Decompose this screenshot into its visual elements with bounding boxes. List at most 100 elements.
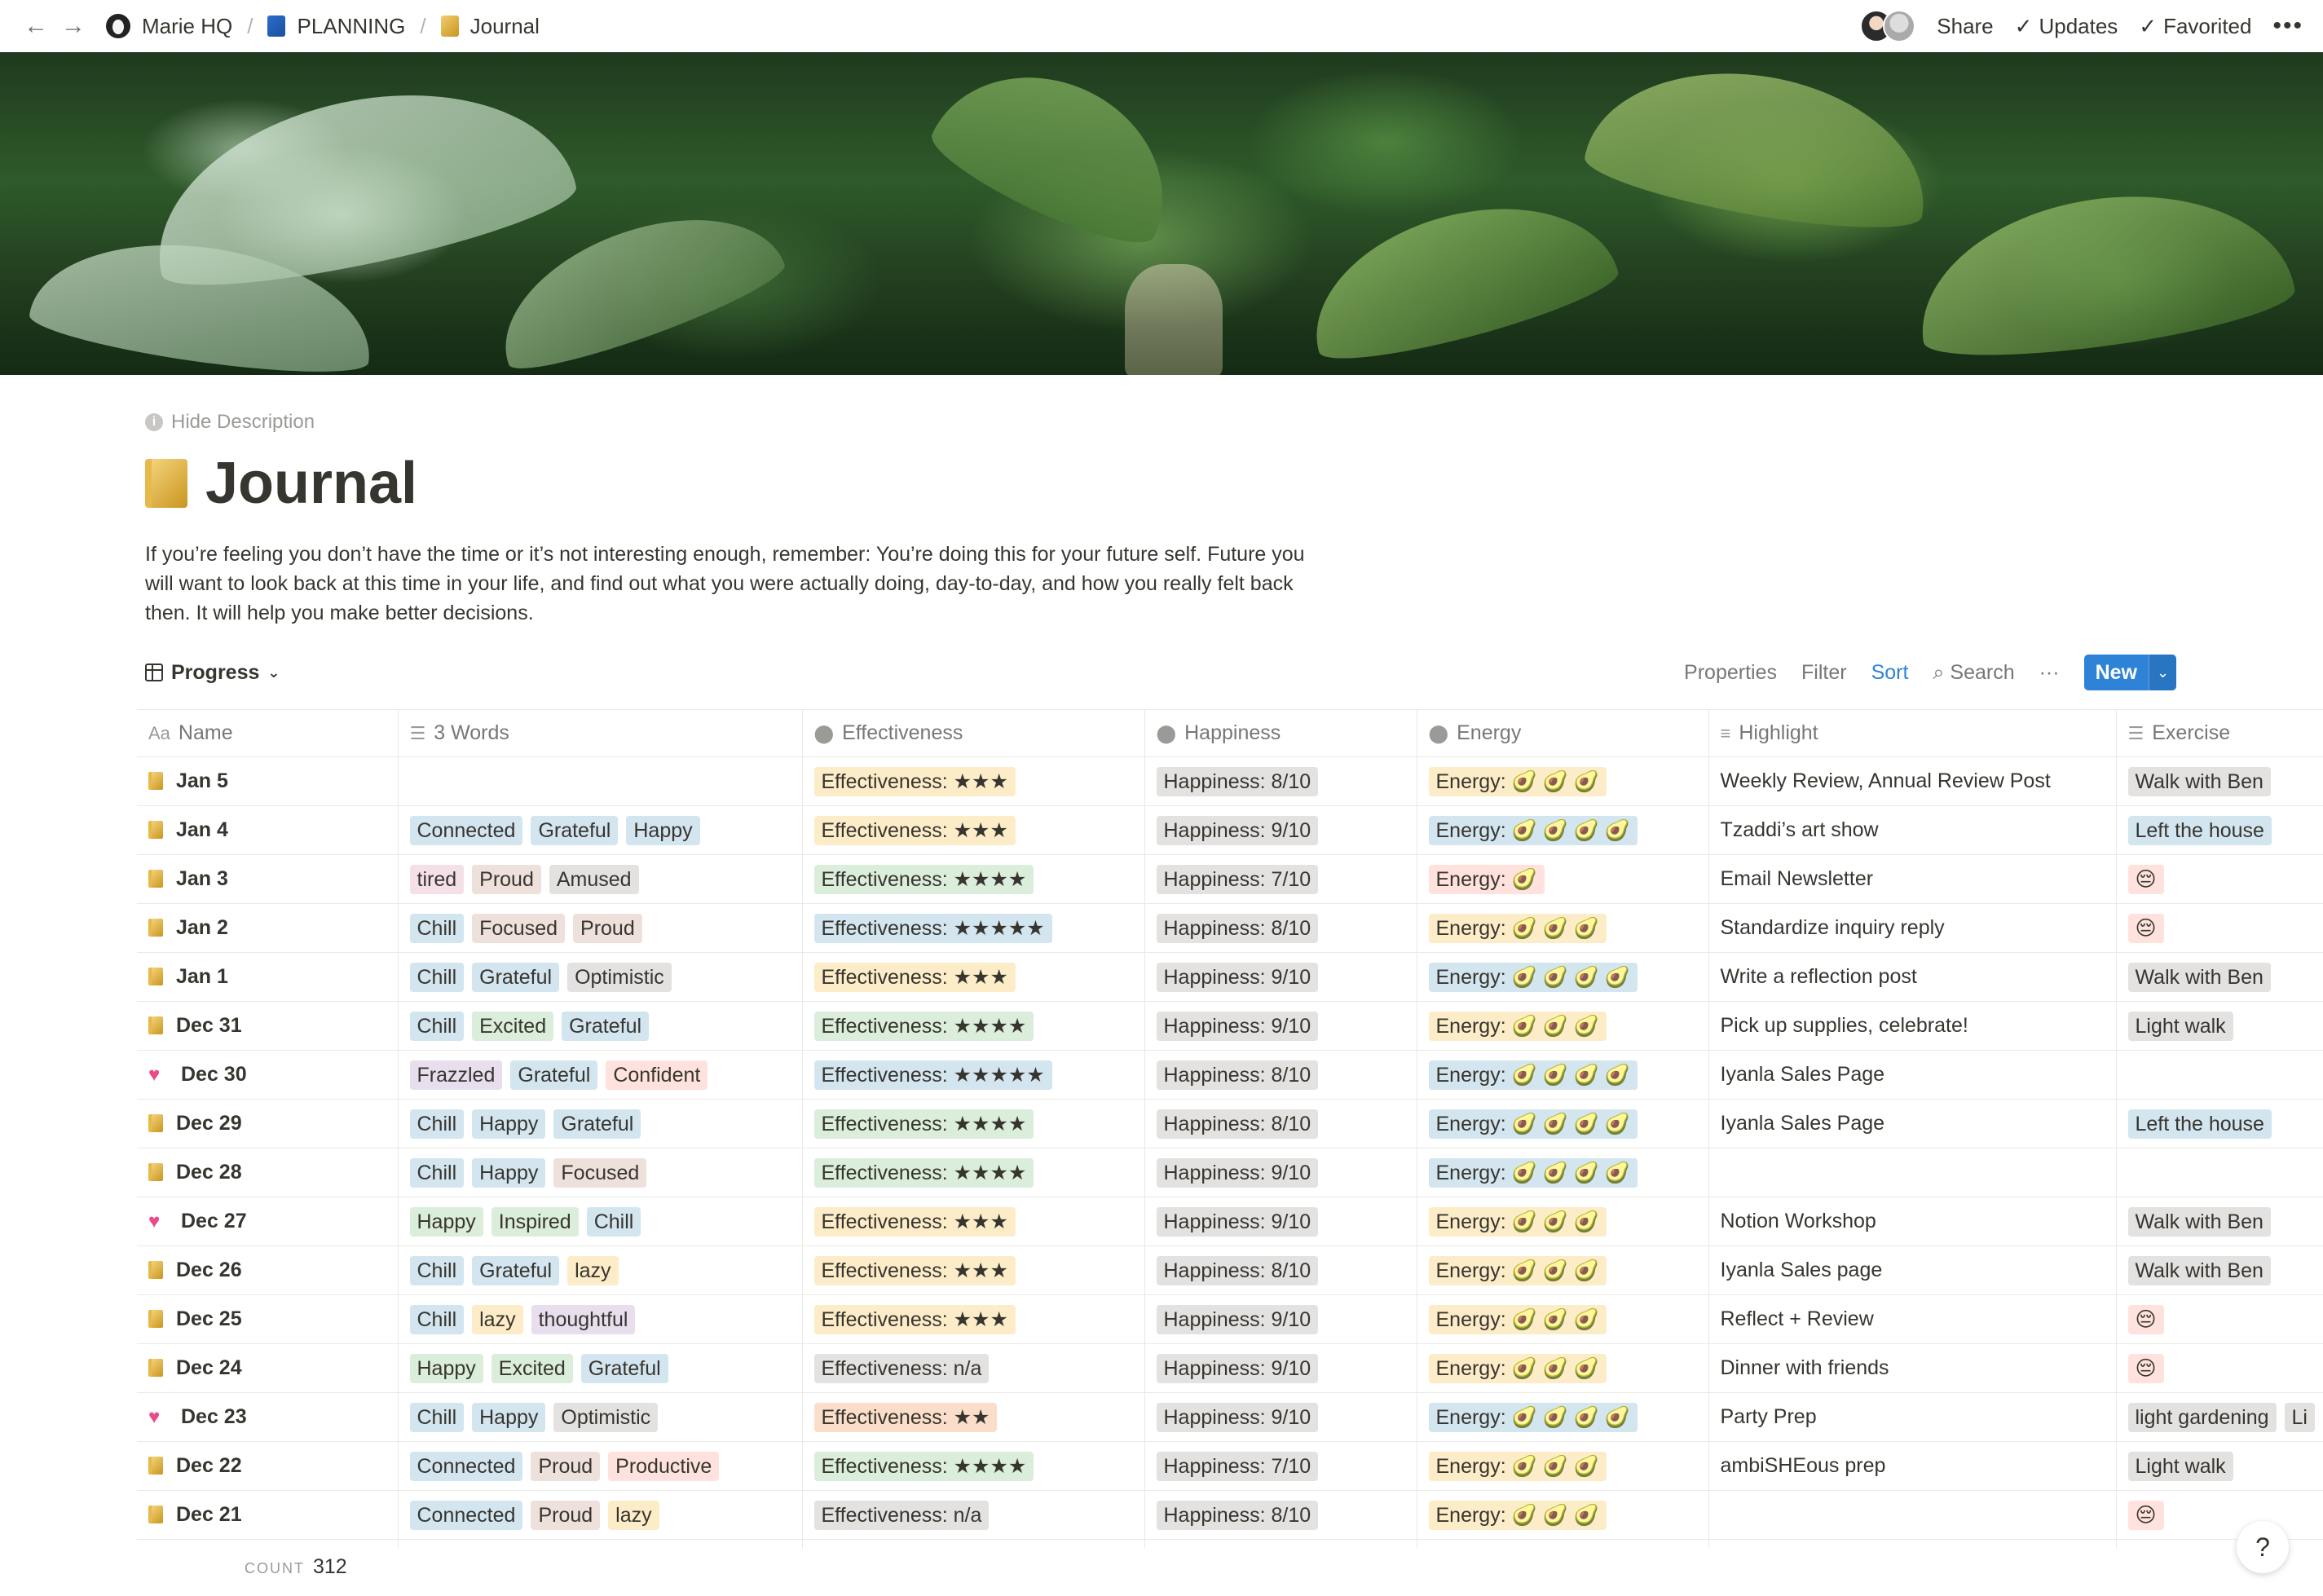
cell-energy[interactable]: Energy: 🥑 🥑 🥑 🥑 [1417, 1148, 1709, 1197]
page-description[interactable]: If you’re feeling you don’t have the tim… [145, 540, 1335, 628]
cell-happiness[interactable]: Happiness: 9/10 [1144, 1294, 1417, 1344]
cell-highlight[interactable]: Email Newsletter [1708, 854, 2117, 904]
cell-highlight[interactable]: Tzaddi’s art show [1708, 805, 2117, 855]
cell-name[interactable]: ♥ Dec 27 [137, 1197, 399, 1246]
cell-name[interactable]: Jan 4 [137, 805, 399, 855]
cell-energy[interactable]: Energy: 🥑 🥑 🥑 🥑 [1417, 1050, 1709, 1100]
cell-three-words[interactable]: Connected Proud lazy [398, 1490, 803, 1540]
cell-highlight[interactable]: Reflect + Review [1708, 1294, 2117, 1344]
cell-effectiveness[interactable]: Effectiveness: n/a [802, 1343, 1145, 1393]
breadcrumb-planning[interactable]: PLANNING [297, 14, 405, 39]
cell-three-words[interactable]: Chill Happy Optimistic [398, 1392, 803, 1442]
cell-effectiveness[interactable]: Effectiveness: ★★★ [802, 756, 1145, 806]
cell-effectiveness[interactable]: Effectiveness: ★★★★ [802, 1441, 1145, 1491]
cell-name[interactable]: Dec 21 [137, 1490, 399, 1540]
cell-happiness[interactable]: Happiness: 9/10 [1144, 1197, 1417, 1246]
cell-name[interactable]: Jan 3 [137, 854, 399, 904]
cell-name[interactable]: ♥ Dec 30 [137, 1050, 399, 1100]
column-header-effectiveness[interactable]: ⬤ Effectiveness [802, 709, 1145, 757]
collaborator-avatars[interactable] [1860, 10, 1916, 42]
cell-energy[interactable]: Energy: 🥑 🥑 🥑 🥑 [1417, 1539, 1709, 1549]
table-row[interactable]: Dec 31 Chill Excited Grateful Effectiveness:… [137, 1001, 2323, 1051]
cell-effectiveness[interactable]: Effectiveness: ★★★ [802, 1539, 1145, 1549]
cell-happiness[interactable]: Happiness: 8/10 [1144, 1050, 1417, 1100]
row-title[interactable]: Jan 1 [176, 965, 228, 988]
row-title[interactable]: Jan 3 [176, 867, 228, 890]
table-row[interactable]: Dec 26 Chill Grateful lazy Effectiveness: ★★… [137, 1245, 2323, 1295]
cell-name[interactable]: ♥ Dec 23 [137, 1392, 399, 1442]
cell-energy[interactable]: Energy: 🥑 🥑 🥑 [1417, 1245, 1709, 1295]
cell-energy[interactable]: Energy: 🥑 🥑 🥑 🥑 [1417, 805, 1709, 855]
view-switcher[interactable]: Progress ⌄ [145, 661, 280, 685]
cell-three-words[interactable]: Chill Excited Grateful [398, 1001, 803, 1051]
cell-happiness[interactable]: Happiness: 8/10 [1144, 903, 1417, 953]
cell-highlight[interactable]: Write a reflection post [1708, 952, 2117, 1002]
cell-exercise[interactable]: 😔 [2116, 1294, 2323, 1344]
sort-button[interactable]: Sort [1871, 661, 1909, 685]
table-row[interactable]: Dec 29 Chill Happy Grateful Effectiveness: ★… [137, 1099, 2323, 1149]
page-title[interactable]: Journal [145, 450, 417, 517]
cell-three-words[interactable]: Chill Grateful lazy [398, 1245, 803, 1295]
cell-three-words[interactable]: Frazzled Grateful Confident [398, 1050, 803, 1100]
row-title[interactable]: Dec 21 [176, 1503, 242, 1526]
cell-highlight[interactable]: ambiSHEous prep [1708, 1441, 2117, 1491]
table-row[interactable]: Dec 22 Connected Proud Productive Effectiven… [137, 1441, 2323, 1491]
properties-button[interactable]: Properties [1684, 661, 1777, 685]
cell-exercise[interactable]: Light walk [2116, 1441, 2323, 1491]
yellow-book-icon[interactable] [145, 459, 187, 508]
cell-energy[interactable]: Energy: 🥑 🥑 🥑 [1417, 1294, 1709, 1344]
cell-happiness[interactable]: Happiness: 8/10 [1144, 1245, 1417, 1295]
breadcrumb-journal[interactable]: Journal [470, 14, 540, 39]
row-title[interactable]: Dec 25 [176, 1307, 242, 1330]
cell-happiness[interactable]: Happiness: 8/10 [1144, 1490, 1417, 1540]
cell-happiness[interactable]: Happiness: 8/10 [1144, 1099, 1417, 1149]
cell-exercise[interactable]: Walk with Ben [2116, 1245, 2323, 1295]
cell-happiness[interactable]: Happiness: 9/10 [1144, 1001, 1417, 1051]
cell-three-words[interactable]: Chill Focused Proud [398, 903, 803, 953]
cell-energy[interactable]: Energy: 🥑 🥑 🥑 🥑 [1417, 952, 1709, 1002]
cell-effectiveness[interactable]: Effectiveness: ★★★ [802, 1245, 1145, 1295]
cell-energy[interactable]: Energy: 🥑 [1417, 854, 1709, 904]
cell-effectiveness[interactable]: Effectiveness: ★★★★ [802, 1001, 1145, 1051]
cell-highlight[interactable]: Iyanla Sales page [1708, 1245, 2117, 1295]
cell-effectiveness[interactable]: Effectiveness: ★★★ [802, 1294, 1145, 1344]
cell-highlight[interactable]: Standardize inquiry reply [1708, 903, 2117, 953]
cell-three-words[interactable]: Chill Happy Focused [398, 1148, 803, 1197]
cell-three-words[interactable]: Chill Grateful Optimistic [398, 952, 803, 1002]
breadcrumb-workspace[interactable]: Marie HQ [142, 14, 232, 39]
cell-exercise[interactable]: 😔 [2116, 1539, 2323, 1549]
cell-happiness[interactable]: Happiness: 9/10 [1144, 1148, 1417, 1197]
cell-energy[interactable]: Energy: 🥑 🥑 🥑 [1417, 903, 1709, 953]
page-title-text[interactable]: Journal [205, 450, 417, 517]
table-row[interactable]: ♥ Dec 30 Frazzled Grateful Confident Effectiv… [137, 1050, 2323, 1100]
cell-happiness[interactable]: Happiness: 7/10 [1144, 1441, 1417, 1491]
cell-effectiveness[interactable]: Effectiveness: ★★★★★ [802, 903, 1145, 953]
table-row[interactable]: Jan 1 Chill Grateful Optimistic Effectivenes… [137, 952, 2323, 1002]
cell-name[interactable]: Dec 26 [137, 1245, 399, 1295]
column-header-happiness[interactable]: ⬤ Happiness [1144, 709, 1417, 757]
table-row[interactable]: Dec 21 Connected Proud lazy Effectiveness: n… [137, 1490, 2323, 1540]
cell-energy[interactable]: Energy: 🥑 🥑 🥑 🥑 [1417, 1392, 1709, 1442]
table-row[interactable]: Dec 20FullPlayfuldistractedEffectiveness… [137, 1539, 2323, 1549]
cell-name[interactable]: Jan 2 [137, 903, 399, 953]
favorited-button[interactable]: ✓ Favorited [2139, 14, 2251, 39]
cell-highlight[interactable]: Weekly Review, Annual Review Post [1708, 756, 2117, 806]
row-title[interactable]: Jan 2 [176, 916, 228, 939]
cell-energy[interactable]: Energy: 🥑 🥑 🥑 [1417, 1441, 1709, 1491]
cell-three-words[interactable]: Chill lazy thoughtful [398, 1294, 803, 1344]
cell-name[interactable]: Dec 20 [137, 1539, 399, 1549]
cell-highlight[interactable] [1708, 1539, 2117, 1549]
row-title[interactable]: Dec 29 [176, 1112, 242, 1135]
cell-effectiveness[interactable]: Effectiveness: ★★★ [802, 805, 1145, 855]
hide-description-button[interactable]: i Hide Description [145, 411, 315, 434]
chevron-down-icon[interactable]: ⌄ [2149, 655, 2176, 690]
table-row[interactable]: Jan 3 tired Proud Amused Effectiveness: ★★★★… [137, 854, 2323, 904]
cell-happiness[interactable]: Happiness: 8/10 [1144, 1539, 1417, 1549]
cell-highlight[interactable]: Party Prep [1708, 1392, 2117, 1442]
cell-highlight[interactable]: Pick up supplies, celebrate! [1708, 1001, 2117, 1051]
cell-name[interactable]: Dec 31 [137, 1001, 399, 1051]
cell-name[interactable]: Dec 25 [137, 1294, 399, 1344]
cell-three-words[interactable]: Happy Inspired Chill [398, 1197, 803, 1246]
new-button[interactable]: New [2083, 655, 2149, 690]
cell-three-words[interactable]: FullPlayfuldistracted [398, 1539, 803, 1549]
